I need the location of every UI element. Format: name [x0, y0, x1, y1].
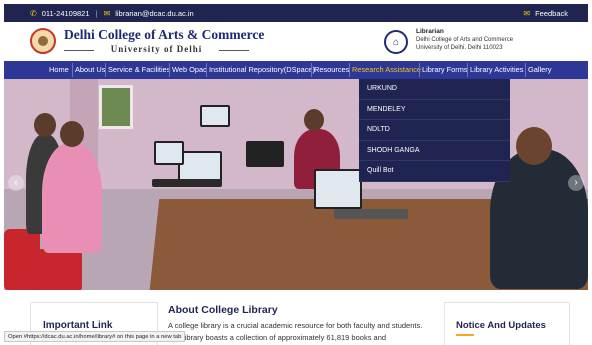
university-name: University of Delhi	[64, 44, 249, 54]
college-logo[interactable]	[30, 28, 56, 54]
about-text-line: The library boasts a collection of appro…	[168, 333, 387, 342]
notice-updates-heading: Notice And Updates	[456, 320, 546, 331]
envelope-icon: ✉	[103, 9, 111, 18]
dropdown-item-ndltd[interactable]: NDLTD	[359, 120, 510, 141]
hero-photo-laptop-base	[152, 179, 222, 187]
nav-about-us[interactable]: About Us	[75, 61, 105, 79]
about-library-text: A college library is a crucial academic …	[168, 320, 436, 344]
research-assistance-dropdown: URKUND MENDELEY NDLTD SHODH GANGA Quill …	[359, 79, 510, 182]
main-nav: Home About Us Service & Facilities Web O…	[4, 61, 588, 79]
site-header: Delhi College of Arts & Commerce Univers…	[4, 22, 588, 61]
top-contact-bar: ✆ 011-24109821 | ✉ librarian@dcac.du.ac.…	[4, 4, 588, 22]
nav-divider	[105, 63, 106, 77]
hero-photo-window	[99, 85, 133, 129]
important-link-heading: Important Link	[43, 320, 113, 331]
hero-photo-head	[304, 109, 324, 131]
heading-underline	[456, 334, 474, 336]
nav-institutional-repository[interactable]: Institutional Repository(DSpace)	[209, 61, 315, 79]
nav-divider	[72, 63, 73, 77]
chevron-right-icon[interactable]: ›	[568, 175, 584, 191]
hero-photo-person	[42, 143, 102, 253]
nav-library-forms[interactable]: Library Forms	[422, 61, 468, 79]
librarian-address-line1: Delhi College of Arts and Commerce	[416, 37, 514, 43]
about-text-line: A college library is a crucial academic …	[168, 321, 423, 330]
hero-photo-head	[34, 113, 56, 137]
nav-service-facilities[interactable]: Service & Facilities	[108, 61, 170, 79]
nav-divider	[525, 63, 526, 77]
hero-photo-chair	[32, 249, 82, 290]
hero-photo-head	[516, 127, 552, 165]
hero-photo-monitor	[200, 105, 230, 127]
nav-divider	[467, 63, 468, 77]
hero-photo-head	[60, 121, 84, 147]
librarian-title: Librarian	[416, 28, 444, 35]
hero-photo-laptop	[178, 151, 222, 181]
link-status-tooltip: Open #https://dcac.du.ac.in/home/library…	[4, 331, 186, 342]
nav-divider	[169, 63, 170, 77]
college-name[interactable]: Delhi College of Arts & Commerce	[64, 27, 264, 43]
hero-photo-laptop	[314, 169, 362, 209]
about-library-heading: About College Library	[168, 304, 278, 316]
nav-divider	[206, 63, 207, 77]
nav-gallery[interactable]: Gallery	[528, 61, 551, 79]
nav-divider	[349, 63, 350, 77]
librarian-address-line2: University of Delhi, Delhi 110023	[416, 45, 503, 51]
nav-library-activities[interactable]: Library Activities	[470, 61, 523, 79]
phone-icon: ✆	[30, 9, 37, 18]
divider: |	[95, 9, 98, 18]
home-icon: ⌂	[384, 30, 408, 54]
dropdown-item-mendeley[interactable]: MENDELEY	[359, 100, 510, 120]
feedback-label: Feedback	[535, 9, 568, 18]
nav-resources[interactable]: Resources	[314, 61, 349, 79]
dropdown-item-shodh-ganga[interactable]: SHODH GANGA	[359, 141, 510, 161]
chevron-left-icon[interactable]: ‹	[8, 175, 24, 191]
dropdown-item-urkund[interactable]: URKUND	[359, 79, 510, 100]
hero-photo-laptop	[154, 141, 184, 165]
nav-research-assistance[interactable]: Research Assistance	[352, 61, 421, 79]
phone-number[interactable]: 011-24109821	[42, 9, 90, 18]
notice-updates-card: Notice And Updates	[444, 302, 570, 345]
email-link[interactable]: librarian@dcac.du.ac.in	[115, 9, 194, 18]
hero-photo-laptop-base	[334, 209, 408, 219]
nav-divider	[311, 63, 312, 77]
dropdown-item-quill-bot[interactable]: Quill Bot	[359, 161, 510, 182]
nav-divider	[419, 63, 420, 77]
nav-home[interactable]: Home	[49, 61, 69, 79]
envelope-icon: ✉	[523, 9, 531, 18]
hero-photo-laptop	[246, 141, 284, 167]
feedback-link[interactable]: ✉ Feedback	[523, 9, 568, 18]
nav-web-opac[interactable]: Web Opac	[172, 61, 207, 79]
